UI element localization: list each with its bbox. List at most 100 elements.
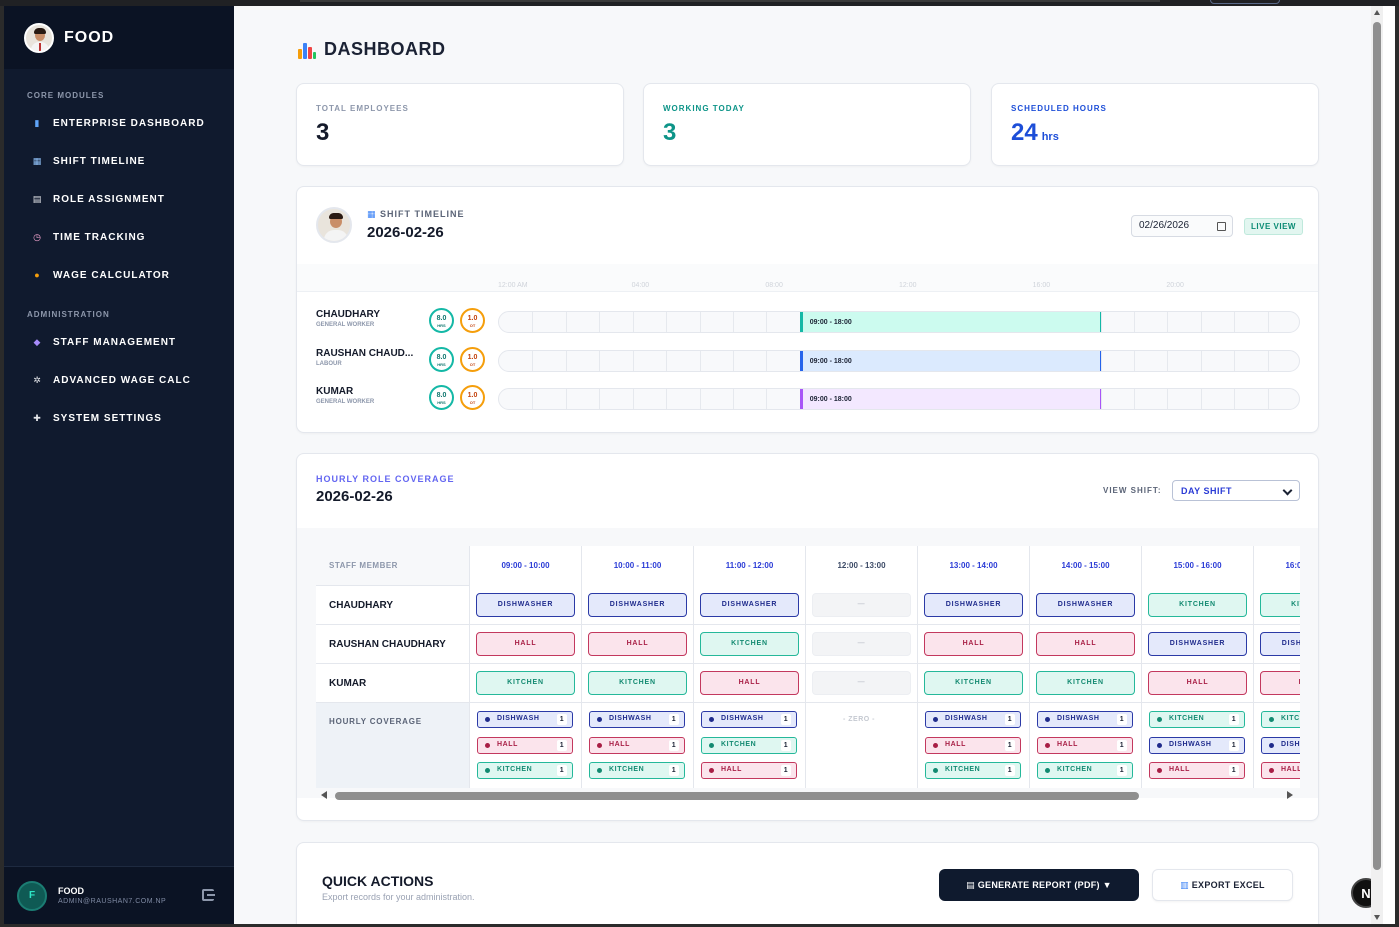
coverage-role: DISHWASH [721, 715, 764, 722]
hour-gridline [1167, 350, 1169, 371]
time-slot-header: 12:00 - 13:00 [805, 546, 917, 586]
stat-label: WORKING TODAY [663, 104, 745, 113]
staff-name: CHAUDHARY [329, 600, 394, 611]
scroll-thumb[interactable] [335, 792, 1139, 800]
hour-gridline [599, 312, 601, 332]
employee-role: GENERAL WORKER [316, 399, 375, 405]
role-chip[interactable]: DISHWASHER [1036, 593, 1135, 617]
live-view-badge[interactable]: LIVE VIEW [1244, 218, 1303, 235]
employee-name: RAUSHAN CHAUD... [316, 347, 414, 359]
brand[interactable]: FOOD [4, 6, 234, 69]
role-chip[interactable]: DISHWASHER [700, 593, 799, 617]
calendar-icon[interactable] [1217, 222, 1226, 231]
sidebar-item-shift-timeline[interactable]: ▦ SHIFT TIMELINE [4, 142, 234, 180]
coverage-role: KITCHEN [945, 766, 981, 773]
role-chip[interactable]: DISHWASHER [476, 593, 575, 617]
calendar-icon: ▦ [367, 209, 381, 219]
stat-value: 24 hrs [1011, 119, 1059, 147]
scroll-left-arrow[interactable] [321, 791, 327, 799]
shift-track[interactable]: 09:00 - 18:00 [498, 388, 1300, 410]
coverage-header-row: STAFF MEMBER 09:00 - 10:00 10:00 - 11:00 1… [316, 546, 1300, 586]
time-slot-header: 09:00 - 10:00 [469, 546, 581, 586]
tools-icon: ✚ [33, 413, 41, 423]
time-slot-header: 10:00 - 11:00 [581, 546, 693, 586]
table-row: KUMAR KITCHEN KITCHEN HALL — KITCHEN KITCHEN HA… [316, 664, 1300, 703]
sidebar-item-staff-management[interactable]: ◆ STAFF MANAGEMENT [4, 323, 234, 361]
scroll-up-arrow[interactable] [1374, 10, 1380, 15]
role-chip[interactable]: KITCHEN [700, 632, 799, 656]
role-chip[interactable]: DISHWASHER [924, 593, 1023, 617]
role-chip[interactable]: HALL [476, 632, 575, 656]
scroll-thumb[interactable] [1373, 22, 1381, 870]
role-chip[interactable]: DISHWASHER [588, 593, 687, 617]
sidebar-item-label: WAGE CALCULATOR [53, 269, 170, 281]
clock-icon: ◷ [33, 232, 41, 242]
coverage-table: STAFF MEMBER 09:00 - 10:00 10:00 - 11:00 1… [316, 546, 1300, 788]
vertical-scrollbar[interactable] [1371, 6, 1383, 924]
role-chip[interactable]: HALL [1148, 671, 1247, 695]
user-footer: F FOOD ADMIN@RAUSHAN7.COM.NP [4, 866, 234, 924]
horizontal-scrollbar[interactable] [321, 790, 1293, 800]
sidebar-item-role-assignment[interactable]: ▤ ROLE ASSIGNMENT [4, 180, 234, 218]
hour-gridline [732, 312, 734, 332]
hour-gridline [599, 350, 601, 371]
role-chip[interactable]: KITCHEN [1148, 593, 1247, 617]
sidebar-item-advanced-wage-calc[interactable]: ✲ ADVANCED WAGE CALC [4, 361, 234, 399]
employee-name: CHAUDHARY [316, 309, 381, 320]
role-chip[interactable]: DISHWASHER [1260, 632, 1300, 656]
role-chip[interactable]: HALL [1260, 671, 1300, 695]
coverage-role: HALL [721, 766, 743, 773]
coverage-count: 1 [781, 765, 791, 776]
role-chip[interactable]: KITCHEN [1260, 593, 1300, 617]
sidebar-item-enterprise-dashboard[interactable]: ▮ ENTERPRISE DASHBOARD [4, 104, 234, 142]
coverage-count-chip: KITCHEN 1 [477, 762, 573, 779]
role-chip[interactable]: HALL [700, 671, 799, 695]
sidebar-item-wage-calculator[interactable]: ● WAGE CALCULATOR [4, 256, 234, 294]
logout-icon[interactable] [202, 889, 215, 901]
overtime-unit: OT [469, 361, 476, 367]
sidebar-item-system-settings[interactable]: ✚ SYSTEM SETTINGS [4, 399, 234, 437]
hour-gridline [699, 389, 701, 409]
role-chip[interactable]: KITCHEN [476, 671, 575, 695]
timeline-scale: 12:00 AM 04:00 08:00 12:00 16:00 20:00 [297, 264, 1318, 292]
stat-card-scheduled-hours: SCHEDULED HOURS 24 hrs [991, 83, 1319, 166]
user-avatar[interactable]: F [17, 880, 47, 911]
role-chip[interactable]: HALL [1036, 632, 1135, 656]
coverage-count: 1 [1229, 714, 1239, 725]
view-shift-select[interactable]: DAY SHIFT [1172, 480, 1300, 501]
empty-slot[interactable]: — [812, 671, 911, 695]
role-chip[interactable]: HALL [924, 632, 1023, 656]
coverage-count-chip: DISHWASH 1 [1149, 736, 1245, 754]
quick-actions-title: QUICK ACTIONS [322, 873, 434, 889]
empty-slot[interactable]: — [812, 593, 911, 617]
hour-gridline [632, 350, 634, 371]
role-chip[interactable]: DISHWASHER [1148, 632, 1247, 656]
overtime-unit: OT [469, 400, 476, 405]
stat-label: SCHEDULED HOURS [1011, 104, 1107, 113]
hour-gridline [1133, 389, 1135, 409]
role-chip[interactable]: KITCHEN [924, 671, 1023, 695]
coverage-role: HALL [1169, 766, 1191, 773]
coverage-count: 1 [557, 739, 567, 751]
shift-bar[interactable]: 09:00 - 18:00 [799, 350, 1101, 371]
calendar-icon: ▦ [32, 156, 42, 166]
coverage-count: 1 [669, 739, 679, 751]
scroll-right-arrow[interactable] [1287, 791, 1293, 799]
shift-bar[interactable]: 09:00 - 18:00 [799, 389, 1101, 409]
hour-gridline [666, 389, 668, 409]
shift-track[interactable]: 09:00 - 18:00 [498, 311, 1300, 333]
export-excel-button[interactable]: ▥ EXPORT EXCEL [1152, 869, 1293, 901]
shift-bar[interactable]: 09:00 - 18:00 [799, 312, 1101, 332]
shift-track[interactable]: 09:00 - 18:00 [498, 349, 1300, 372]
hours-badge: 8.0 HRS [429, 385, 454, 410]
coverage-count: 1 [1005, 714, 1015, 725]
hour-gridline [532, 350, 534, 371]
generate-report-pdf-button[interactable]: ▤ GENERATE REPORT (PDF) ▼ [939, 869, 1139, 901]
role-chip[interactable]: HALL [588, 632, 687, 656]
role-chip[interactable]: KITCHEN [588, 671, 687, 695]
sidebar-item-time-tracking[interactable]: ◷ TIME TRACKING [4, 218, 234, 256]
date-picker-input[interactable]: 02/26/2026 [1131, 215, 1233, 237]
scroll-down-arrow[interactable] [1374, 915, 1380, 920]
role-chip[interactable]: KITCHEN [1036, 671, 1135, 695]
empty-slot[interactable]: — [812, 632, 911, 656]
